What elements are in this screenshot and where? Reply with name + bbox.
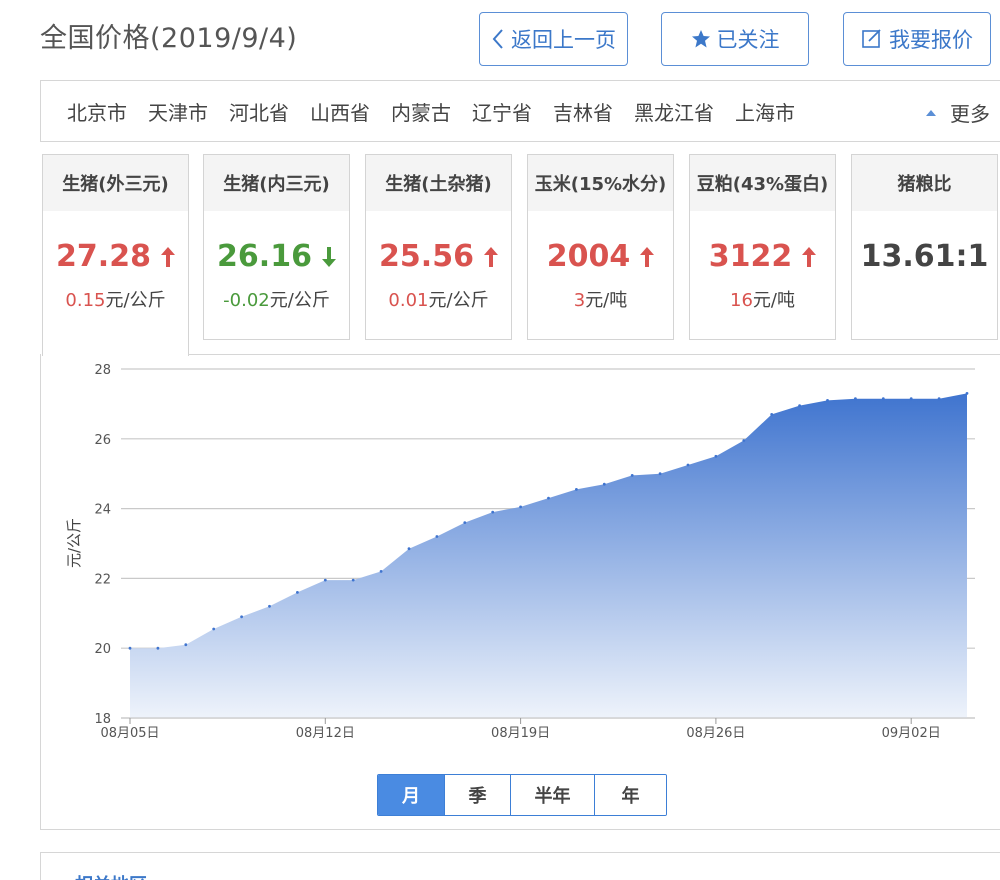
region-item[interactable]: 辽宁省: [472, 97, 532, 126]
region-item[interactable]: 北京市: [67, 97, 127, 126]
price-card[interactable]: 生猪(土杂猪) 25.56 0.01元/公斤: [365, 154, 512, 340]
price-change-unit: 元/吨: [752, 290, 795, 311]
price-change-amount: 0.15: [65, 290, 106, 311]
price-card-value: 2004: [528, 239, 673, 274]
range-tab-year[interactable]: 年: [594, 775, 666, 815]
price-change-unit: 元/公斤: [428, 290, 489, 311]
price-card[interactable]: 豆粕(43%蛋白) 3122 16元/吨: [689, 154, 836, 340]
back-button-label: 返回上一页: [511, 28, 616, 52]
arrow-up-icon: [640, 246, 655, 267]
page-title: 全国价格(2019/9/4): [40, 23, 298, 54]
price-value: 3122: [708, 239, 793, 274]
region-item[interactable]: 内蒙古: [391, 97, 451, 126]
price-card-change: 3元/吨: [528, 286, 673, 312]
more-regions-label: 更多: [950, 102, 990, 126]
back-button[interactable]: 返回上一页: [479, 12, 628, 66]
price-change-amount: 3: [573, 290, 586, 311]
arrow-up-icon: [802, 246, 817, 267]
price-card-value: 27.28: [43, 239, 188, 274]
region-item[interactable]: 河北省: [229, 97, 289, 126]
range-tab-half-year[interactable]: 半年: [510, 775, 594, 815]
price-card-value: 26.16: [204, 239, 349, 274]
quote-button[interactable]: 我要报价: [843, 12, 991, 66]
price-card-title: 猪粮比: [852, 155, 997, 211]
price-card-value: 25.56: [366, 239, 511, 274]
arrow-up-icon: [483, 246, 498, 267]
price-card-change: 0.01元/公斤: [366, 286, 511, 312]
range-tab-month[interactable]: 月: [378, 775, 444, 815]
price-value: 25.56: [379, 239, 474, 274]
arrow-up-icon: [160, 246, 175, 267]
range-tabs: 月 季 半年 年: [377, 774, 667, 816]
region-item[interactable]: 山西省: [310, 97, 370, 126]
region-item[interactable]: 黑龙江省: [634, 97, 714, 126]
price-change-unit: 元/吨: [585, 290, 628, 311]
related-regions-section: 相关地区: [40, 852, 1000, 880]
price-card[interactable]: 玉米(15%水分) 2004 3元/吨: [527, 154, 674, 340]
price-card-title: 豆粕(43%蛋白): [690, 155, 835, 211]
price-change-amount: -0.02: [223, 290, 270, 311]
price-card-title: 生猪(土杂猪): [366, 155, 511, 211]
price-change-unit: 元/公斤: [269, 290, 330, 311]
arrow-down-icon: [321, 246, 336, 267]
price-card-value: 13.61:1: [852, 239, 997, 274]
price-change-amount: 16: [730, 290, 753, 311]
price-change-unit: 元/公斤: [105, 290, 166, 311]
star-icon: [691, 29, 711, 49]
region-item[interactable]: 上海市: [735, 97, 795, 126]
more-regions-button[interactable]: 更多: [926, 98, 990, 127]
follow-button-label: 已关注: [716, 28, 780, 52]
price-card-change: -0.02元/公斤: [204, 286, 349, 312]
price-change-amount: 0.01: [388, 290, 429, 311]
price-card-title: 生猪(外三元): [43, 155, 188, 211]
price-card-title: 生猪(内三元): [204, 155, 349, 211]
price-chart-panel: [40, 354, 1000, 830]
price-card-change: 16元/吨: [690, 286, 835, 312]
price-card-title: 玉米(15%水分): [528, 155, 673, 211]
price-card-value: 3122: [690, 239, 835, 274]
edit-icon: [861, 28, 883, 50]
region-item[interactable]: 吉林省: [553, 97, 613, 126]
chevron-left-icon: [491, 28, 505, 50]
range-tab-quarter[interactable]: 季: [444, 775, 510, 815]
price-card[interactable]: 猪粮比 13.61:1: [851, 154, 998, 340]
price-value: 2004: [546, 239, 631, 274]
price-value: 13.61:1: [860, 239, 989, 274]
price-value: 27.28: [56, 239, 151, 274]
region-item[interactable]: 天津市: [148, 97, 208, 126]
follow-button[interactable]: 已关注: [661, 12, 809, 66]
price-value: 26.16: [217, 239, 312, 274]
price-card[interactable]: 生猪(外三元) 27.28 0.15元/公斤: [42, 154, 189, 356]
quote-button-label: 我要报价: [889, 28, 973, 52]
price-card-change: 0.15元/公斤: [43, 286, 188, 312]
price-card[interactable]: 生猪(内三元) 26.16 -0.02元/公斤: [203, 154, 350, 340]
related-regions-title: 相关地区: [75, 871, 147, 880]
region-nav: 北京市 天津市 河北省 山西省 内蒙古 辽宁省 吉林省 黑龙江省 上海市 更多: [40, 80, 1000, 142]
caret-up-icon: [926, 109, 936, 116]
